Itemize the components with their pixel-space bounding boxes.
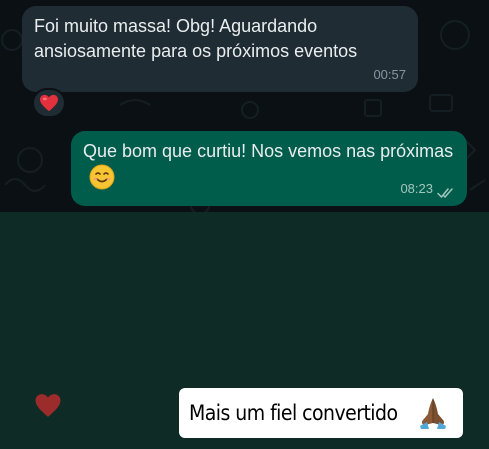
incoming-message-bubble[interactable]: Foi muito massa! Obg! Aguardando ansiosa… — [22, 6, 418, 92]
outgoing-message-time: 08:23 — [400, 181, 433, 196]
like-heart-icon[interactable] — [34, 393, 62, 418]
outgoing-message-text: Que bom que curtiu! Nos vemos nas próxim… — [83, 141, 454, 161]
story-caption-text: Mais um fiel convertido — [189, 401, 398, 425]
heart-icon — [40, 94, 58, 112]
story-caption: Mais um fiel convertido — [179, 388, 463, 438]
double-check-icon — [437, 188, 453, 198]
incoming-message-time: 00:57 — [373, 67, 406, 82]
outgoing-message-text-wrap: Que bom que curtiu! Nos vemos nas próxim… — [83, 139, 455, 190]
incoming-message-text: Foi muito massa! Obg! Aguardando ansiosa… — [34, 16, 358, 61]
chat-area: Foi muito massa! Obg! Aguardando ansiosa… — [0, 0, 489, 212]
outgoing-message-bubble[interactable]: Que bom que curtiu! Nos vemos nas próxim… — [71, 131, 467, 206]
smiling-face-icon — [89, 164, 115, 190]
message-reaction[interactable] — [32, 88, 66, 118]
folded-hands-icon — [420, 398, 446, 429]
